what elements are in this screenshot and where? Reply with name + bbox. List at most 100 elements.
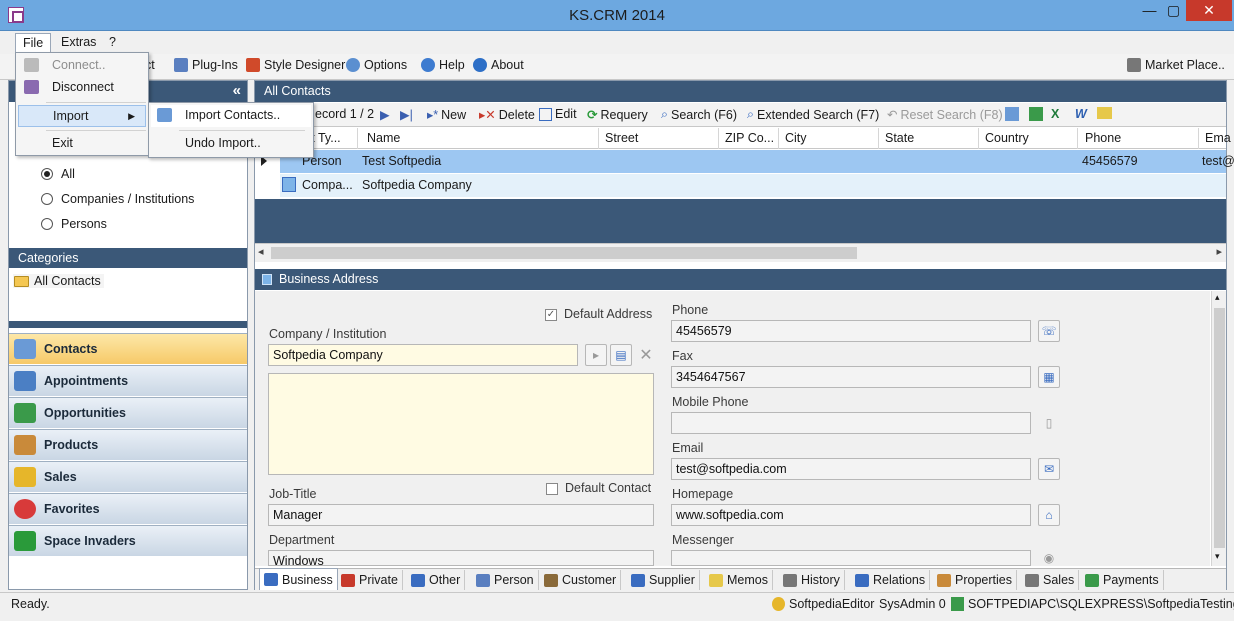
job-title-field[interactable]: Manager <box>268 504 654 526</box>
splitter-grip[interactable] <box>9 321 247 328</box>
nav-favorites[interactable]: Favorites <box>9 493 247 524</box>
menu-undo-import[interactable]: Undo Import.. <box>151 133 311 155</box>
menu-file[interactable]: File <box>15 33 52 52</box>
horizontal-scrollbar[interactable]: ◂ ▸ <box>255 243 1226 262</box>
tab-sales[interactable]: Sales <box>1021 570 1080 590</box>
help-button[interactable]: Help <box>421 58 465 72</box>
col-zip[interactable]: ZIP Co... <box>725 131 774 145</box>
col-name[interactable]: Name <box>367 131 400 145</box>
nav-sales[interactable]: Sales <box>9 461 247 492</box>
col-email[interactable]: Ema <box>1205 131 1231 145</box>
mobile-icon[interactable]: ▯ <box>1038 412 1060 434</box>
nav-appointments[interactable]: Appointments <box>9 365 247 396</box>
next-record-button[interactable]: ▶ <box>380 107 390 122</box>
menu-help[interactable]: ? <box>102 33 123 52</box>
default-address-checkbox[interactable]: ✓ <box>545 309 557 321</box>
menu-disconnect[interactable]: Disconnect <box>18 77 146 99</box>
menu-extras[interactable]: Extras <box>54 33 103 52</box>
tab-relations[interactable]: Relations <box>851 570 931 590</box>
tab-history[interactable]: History <box>779 570 845 590</box>
fax-field[interactable]: 3454647567 <box>671 366 1031 388</box>
market-place-button[interactable]: Market Place.. <box>1127 58 1225 72</box>
scroll-up-icon[interactable]: ▴ <box>1215 292 1220 303</box>
mobile-field[interactable] <box>671 412 1031 434</box>
messenger-icon[interactable]: ◉ <box>1038 550 1060 566</box>
menu-connect[interactable]: Connect.. <box>18 55 146 77</box>
tab-other[interactable]: Other <box>407 570 466 590</box>
radio-icon[interactable] <box>41 218 53 230</box>
menu-exit[interactable]: Exit <box>18 133 146 155</box>
nav-contacts[interactable]: Contacts <box>9 333 247 364</box>
about-button[interactable]: About <box>473 58 524 72</box>
form-vertical-scrollbar[interactable]: ▴ ▾ <box>1211 291 1226 566</box>
phone-icon[interactable]: ☏ <box>1038 320 1060 342</box>
tab-private[interactable]: Private <box>337 570 403 590</box>
play-icon[interactable]: ▸ <box>585 344 607 366</box>
database-icon[interactable] <box>1005 107 1019 121</box>
tab-supplier[interactable]: Supplier <box>627 570 700 590</box>
filter-all[interactable]: All <box>41 167 75 181</box>
reset-search-button[interactable]: ↶ Reset Search (F8) <box>887 107 1003 123</box>
fax-icon[interactable]: ▦ <box>1038 366 1060 388</box>
col-state[interactable]: State <box>885 131 914 145</box>
excel-icon[interactable]: X <box>1051 107 1059 121</box>
tab-properties[interactable]: Properties <box>933 570 1017 590</box>
clear-icon[interactable]: ✕ <box>635 344 657 366</box>
mail-icon[interactable] <box>1097 107 1112 119</box>
default-contact-checkbox[interactable] <box>546 483 558 495</box>
tab-customer[interactable]: Customer <box>540 570 622 590</box>
email-field[interactable]: test@softpedia.com <box>671 458 1031 480</box>
style-designer-button[interactable]: Style Designer <box>246 58 345 72</box>
col-city[interactable]: City <box>785 131 807 145</box>
tab-business[interactable]: Business <box>259 568 338 590</box>
collapse-icon[interactable]: « <box>233 82 241 99</box>
homepage-field[interactable]: www.softpedia.com <box>671 504 1031 526</box>
options-button[interactable]: Options <box>346 58 407 72</box>
card-icon[interactable]: ▤ <box>610 344 632 366</box>
email-icon[interactable]: ✉ <box>1038 458 1060 480</box>
minimize-button[interactable]: — <box>1136 0 1163 21</box>
extended-search-button[interactable]: ⌕ Extended Search (F7) <box>747 107 879 122</box>
nav-opportunities[interactable]: Opportunities <box>9 397 247 428</box>
filter-companies[interactable]: Companies / Institutions <box>41 192 194 206</box>
word-icon[interactable]: W <box>1075 107 1087 121</box>
last-record-button[interactable]: ▶| <box>400 107 413 122</box>
radio-icon[interactable] <box>41 193 53 205</box>
close-button[interactable]: ✕ <box>1186 0 1232 21</box>
tab-memos[interactable]: Memos <box>705 570 773 590</box>
scroll-down-icon[interactable]: ▾ <box>1215 551 1220 562</box>
menu-import[interactable]: Import ▶ <box>18 105 146 127</box>
nav-products[interactable]: Products <box>9 429 247 460</box>
scroll-right-icon[interactable]: ▸ <box>1216 245 1222 258</box>
filter-persons[interactable]: Persons <box>41 217 107 231</box>
messenger-field[interactable] <box>671 550 1031 566</box>
nav-space-invaders[interactable]: Space Invaders <box>9 525 247 556</box>
maximize-button[interactable]: ▢ <box>1160 0 1187 21</box>
col-country[interactable]: Country <box>985 131 1029 145</box>
export-icon[interactable] <box>1029 107 1043 121</box>
folder-icon <box>14 275 29 287</box>
requery-button[interactable]: ⟳ Requery <box>587 107 648 123</box>
table-row[interactable]: Compa... Softpedia Company <box>280 174 1226 197</box>
edit-button[interactable]: Edit <box>539 107 577 121</box>
scroll-left-icon[interactable]: ◂ <box>258 245 264 258</box>
table-row[interactable]: Person Test Softpedia 45456579 test@ <box>280 150 1234 173</box>
radio-icon[interactable] <box>41 168 53 180</box>
search-button[interactable]: ⌕ Search (F6) <box>661 107 737 122</box>
scroll-thumb[interactable] <box>271 247 857 259</box>
company-field[interactable]: Softpedia Company <box>268 344 578 366</box>
phone-field[interactable]: 45456579 <box>671 320 1031 342</box>
delete-button[interactable]: ▸✕ Delete <box>479 107 535 123</box>
home-icon[interactable]: ⌂ <box>1038 504 1060 526</box>
tab-payments[interactable]: Payments <box>1081 570 1164 590</box>
department-field[interactable]: Windows <box>268 550 654 568</box>
col-phone[interactable]: Phone <box>1085 131 1121 145</box>
scroll-thumb[interactable] <box>1214 308 1225 548</box>
tab-person[interactable]: Person <box>472 570 539 590</box>
category-all-contacts[interactable]: All Contacts <box>13 274 104 288</box>
new-button[interactable]: ▸* New <box>427 107 466 123</box>
address-textarea[interactable] <box>268 373 654 475</box>
menu-import-contacts[interactable]: Import Contacts.. <box>151 105 311 127</box>
col-street[interactable]: Street <box>605 131 638 145</box>
plugins-button[interactable]: Plug-Ins <box>174 58 238 72</box>
